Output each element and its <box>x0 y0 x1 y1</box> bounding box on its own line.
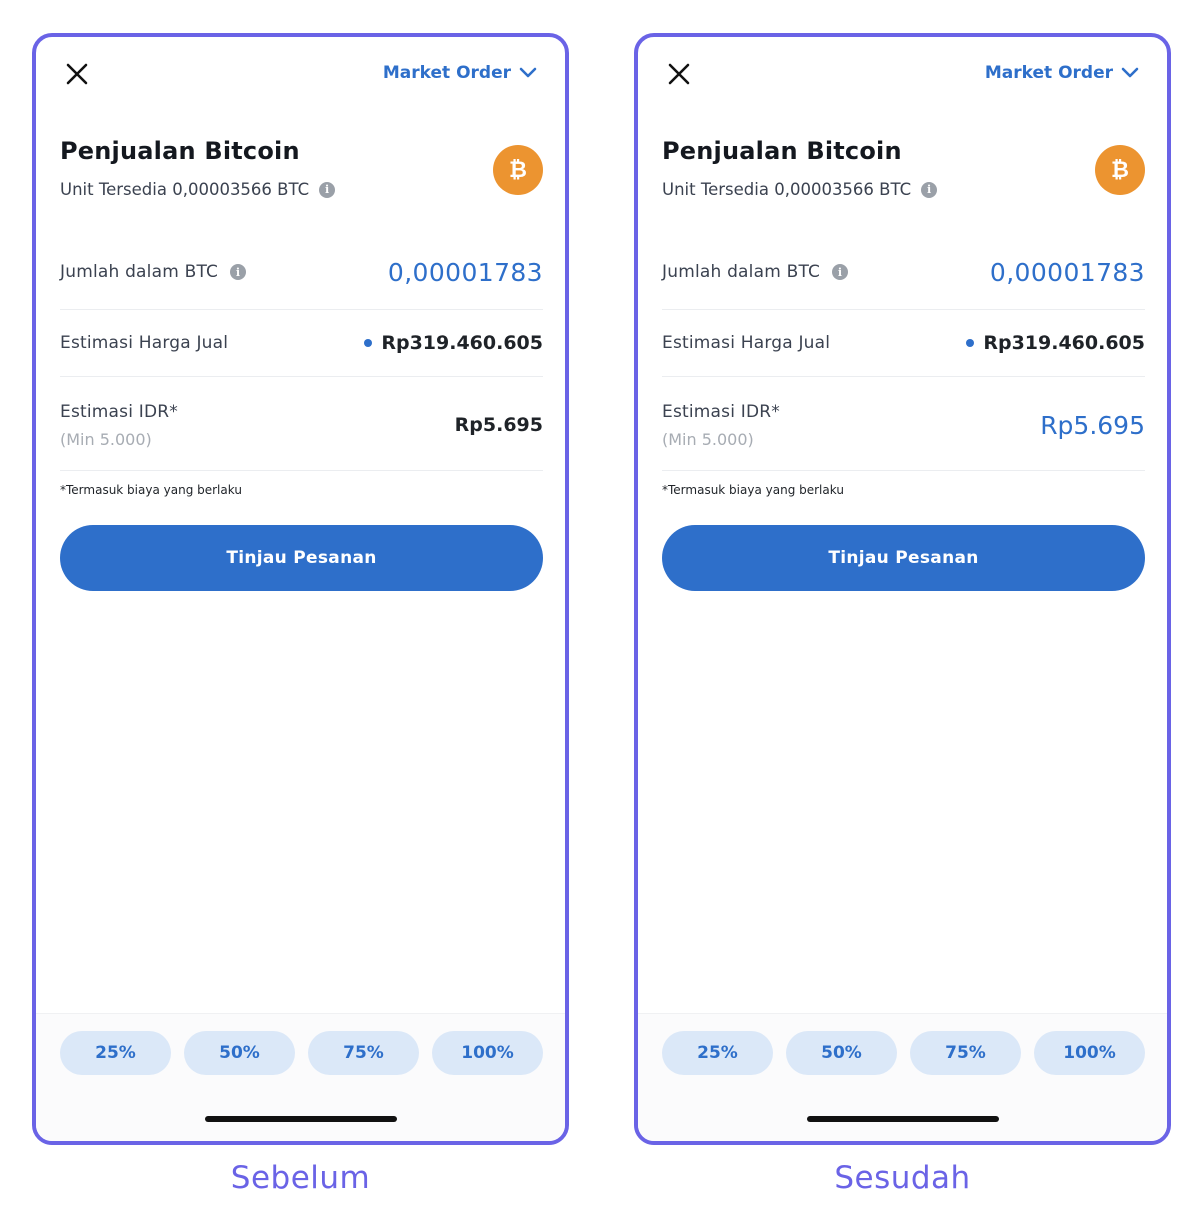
percent-options: 25% 50% 75% 100% <box>60 1031 543 1075</box>
price-value-text: Rp319.460.605 <box>381 332 543 354</box>
percent-75-button[interactable]: 75% <box>308 1031 419 1075</box>
idr-value[interactable]: Rp5.695 <box>455 414 543 436</box>
percent-50-button[interactable]: 50% <box>184 1031 295 1075</box>
available-units-text: Unit Tersedia 0,00003566 BTC <box>60 180 310 199</box>
divider <box>60 309 543 310</box>
idr-value[interactable]: Rp5.695 <box>1040 411 1145 440</box>
order-type-label: Market Order <box>382 63 511 83</box>
idr-label-group: Estimasi IDR* (Min 5.000) <box>662 402 780 449</box>
page-title: Penjualan Bitcoin <box>60 137 300 165</box>
idr-row: Estimasi IDR* (Min 5.000) Rp5.695 <box>60 397 543 453</box>
available-units-text: Unit Tersedia 0,00003566 BTC <box>662 180 912 199</box>
caption-before: Sebelum <box>230 1160 371 1196</box>
home-indicator[interactable] <box>806 1116 999 1122</box>
order-type-dropdown[interactable]: Market Order <box>985 63 1139 83</box>
percent-100-button[interactable]: 100% <box>432 1031 543 1075</box>
chevron-down-icon <box>1121 67 1139 78</box>
divider <box>662 309 1145 310</box>
percent-75-button[interactable]: 75% <box>910 1031 1021 1075</box>
available-units: Unit Tersedia 0,00003566 BTC i <box>662 180 938 199</box>
divider <box>60 376 543 377</box>
footnote: *Termasuk biaya yang berlaku <box>662 483 844 497</box>
live-indicator-icon <box>364 339 373 347</box>
order-type-label: Market Order <box>984 63 1113 83</box>
price-label: Estimasi Harga Jual <box>60 333 229 353</box>
info-icon[interactable]: i <box>319 181 336 198</box>
amount-row: Jumlah dalam BTC i 0,00001783 <box>60 252 543 292</box>
review-order-button[interactable]: Tinjau Pesanan <box>60 525 543 591</box>
idr-label-group: Estimasi IDR* (Min 5.000) <box>60 402 178 449</box>
chevron-down-icon <box>519 67 537 78</box>
idr-label: Estimasi IDR* <box>60 401 178 422</box>
bitcoin-icon: ₿ <box>1095 145 1145 195</box>
available-units: Unit Tersedia 0,00003566 BTC i <box>60 180 336 199</box>
bitcoin-icon: ₿ <box>493 145 543 195</box>
caption-after: Sesudah <box>834 1160 971 1196</box>
info-icon[interactable]: i <box>832 264 849 280</box>
divider <box>60 470 543 471</box>
home-indicator[interactable] <box>204 1116 397 1122</box>
price-value-text: Rp319.460.605 <box>983 332 1145 354</box>
info-icon[interactable]: i <box>230 264 247 280</box>
divider <box>662 470 1145 471</box>
idr-row: Estimasi IDR* (Min 5.000) Rp5.695 <box>662 397 1145 453</box>
price-row: Estimasi Harga Jual Rp319.460.605 <box>60 325 543 361</box>
price-row: Estimasi Harga Jual Rp319.460.605 <box>662 325 1145 361</box>
info-icon[interactable]: i <box>921 181 938 198</box>
percent-options: 25% 50% 75% 100% <box>662 1031 1145 1075</box>
idr-label: Estimasi IDR* <box>662 401 780 422</box>
percent-50-button[interactable]: 50% <box>786 1031 897 1075</box>
percent-25-button[interactable]: 25% <box>662 1031 773 1075</box>
phone-screen-after: Market Order Penjualan Bitcoin Unit Ters… <box>634 33 1171 1145</box>
amount-label: Jumlah dalam BTC i <box>662 262 849 282</box>
amount-input[interactable]: 0,00001783 <box>388 258 543 287</box>
amount-label: Jumlah dalam BTC i <box>60 262 247 282</box>
close-icon[interactable] <box>64 61 90 87</box>
close-icon[interactable] <box>666 61 692 87</box>
percent-100-button[interactable]: 100% <box>1034 1031 1145 1075</box>
order-type-dropdown[interactable]: Market Order <box>383 63 537 83</box>
phone-screen-before: Market Order Penjualan Bitcoin Unit Ters… <box>32 33 569 1145</box>
idr-min: (Min 5.000) <box>662 429 754 449</box>
footnote: *Termasuk biaya yang berlaku <box>60 483 242 497</box>
amount-label-text: Jumlah dalam BTC <box>662 262 821 282</box>
idr-min: (Min 5.000) <box>60 429 152 449</box>
percent-25-button[interactable]: 25% <box>60 1031 171 1075</box>
amount-input[interactable]: 0,00001783 <box>990 258 1145 287</box>
amount-label-text: Jumlah dalam BTC <box>60 262 219 282</box>
divider <box>662 376 1145 377</box>
review-order-button[interactable]: Tinjau Pesanan <box>662 525 1145 591</box>
price-label: Estimasi Harga Jual <box>662 333 831 353</box>
price-value: Rp319.460.605 <box>966 332 1145 354</box>
amount-row: Jumlah dalam BTC i 0,00001783 <box>662 252 1145 292</box>
price-value: Rp319.460.605 <box>364 332 543 354</box>
page-title: Penjualan Bitcoin <box>662 137 902 165</box>
live-indicator-icon <box>966 339 975 347</box>
